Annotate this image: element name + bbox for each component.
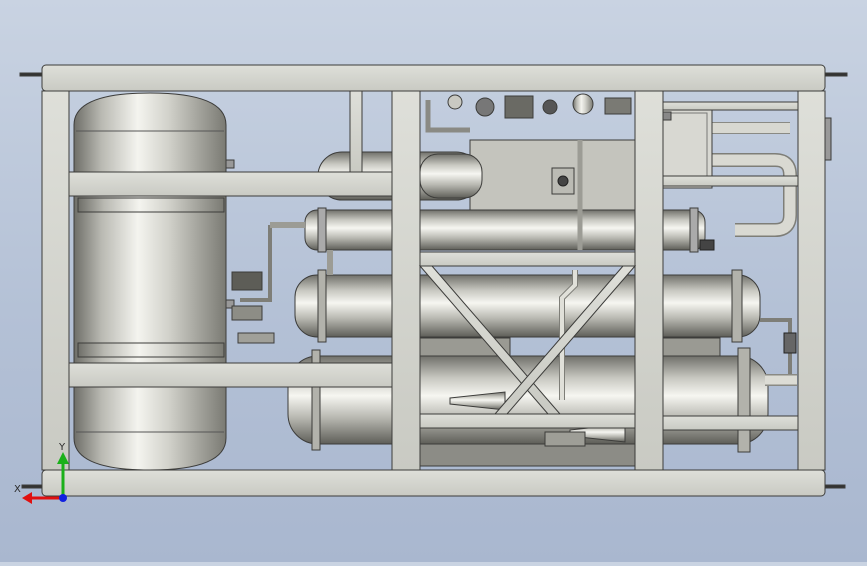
small-vessel-top[interactable] (419, 153, 483, 199)
model-drawing[interactable] (0, 0, 867, 562)
triad-y-label: Y (59, 442, 66, 453)
receiver-tank[interactable] (73, 92, 235, 471)
cad-viewport[interactable]: X Y (0, 0, 867, 562)
condenser-middle[interactable] (294, 269, 761, 343)
z-axis-icon (59, 494, 67, 502)
triad-x-label: X (14, 484, 21, 495)
